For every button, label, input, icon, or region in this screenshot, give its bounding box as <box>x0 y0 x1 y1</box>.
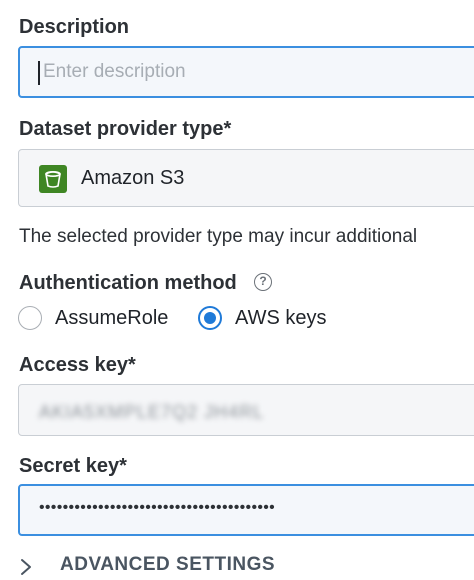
description-input[interactable]: Enter description <box>18 46 474 98</box>
amazon-s3-icon <box>39 165 67 193</box>
secret-key-masked-value: •••••••••••••••••••••••••••••••••••••••• <box>39 499 276 516</box>
text-caret <box>38 61 40 85</box>
access-key-value: AKIA5XMPLE7Q2 JH4RL <box>39 402 265 422</box>
chevron-right-icon <box>20 558 32 580</box>
description-label: Description <box>19 16 130 38</box>
auth-method-label: Authentication method <box>19 272 237 294</box>
description-placeholder: Enter description <box>43 61 186 82</box>
help-icon[interactable]: ? <box>254 273 272 291</box>
advanced-settings-label: ADVANCED SETTINGS <box>60 554 276 575</box>
dataset-form: Description Enter description Dataset pr… <box>0 0 474 580</box>
access-key-input[interactable]: AKIA5XMPLE7Q2 JH4RL <box>18 384 474 436</box>
assumerole-radio[interactable] <box>18 306 42 330</box>
aws-keys-label[interactable]: AWS keys <box>235 307 327 330</box>
access-key-label: Access key* <box>19 354 136 376</box>
aws-keys-radio[interactable] <box>198 306 222 330</box>
secret-key-input[interactable]: •••••••••••••••••••••••••••••••••••••••• <box>18 484 474 536</box>
provider-selected-value: Amazon S3 <box>81 167 185 189</box>
secret-key-label: Secret key* <box>19 455 127 477</box>
provider-cost-note: The selected provider type may incur add… <box>19 226 418 247</box>
provider-type-select[interactable]: Amazon S3 <box>18 149 474 207</box>
provider-type-label: Dataset provider type* <box>19 118 232 140</box>
assumerole-label[interactable]: AssumeRole <box>55 307 168 330</box>
